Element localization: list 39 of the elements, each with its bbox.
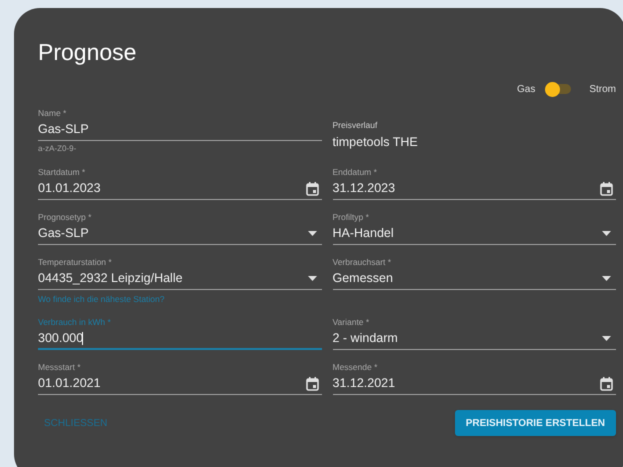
calendar-icon[interactable] xyxy=(600,182,613,196)
field-label: Temperaturstation * xyxy=(38,256,112,268)
field-label: Enddatum * xyxy=(332,166,377,178)
field-label: Preisverlauf xyxy=(332,119,378,131)
select-field[interactable]: Gemessen xyxy=(332,268,616,290)
create-button[interactable]: PREISHISTORIE ERSTELLEN xyxy=(454,410,616,436)
field-label: Verbrauch in kWh * xyxy=(38,316,111,328)
switch-label: Gas xyxy=(516,82,536,96)
toggle-switch[interactable] xyxy=(545,81,574,97)
field-label: Prognosetyp * xyxy=(38,211,92,223)
dropdown-caret-icon[interactable] xyxy=(602,336,611,341)
date-field[interactable]: 31.12.2023 xyxy=(332,178,616,200)
calendar-icon[interactable] xyxy=(306,182,318,196)
calendar-icon[interactable] xyxy=(306,376,318,390)
date-field[interactable]: 01.01.2023 xyxy=(38,178,322,200)
date-field[interactable]: 31.12.2021 xyxy=(332,373,616,395)
field-label: Messende * xyxy=(332,361,378,373)
date-field[interactable]: 01.01.2021 xyxy=(38,373,322,395)
dialog-title: Prognose xyxy=(38,38,136,66)
dropdown-caret-icon[interactable] xyxy=(602,276,611,281)
input-field[interactable]: 300.000 xyxy=(38,328,322,350)
select-field[interactable]: 2 - windarm xyxy=(332,328,616,350)
calendar-icon[interactable] xyxy=(600,376,613,390)
dropdown-caret-icon[interactable] xyxy=(602,231,611,236)
field-label: Startdatum * xyxy=(38,166,86,178)
readonly-field: timpetools THE xyxy=(332,131,616,153)
field-label: Variante * xyxy=(332,316,370,328)
select-field[interactable]: Gas-SLP xyxy=(38,223,322,245)
input-field[interactable]: Gas-SLP xyxy=(38,119,322,141)
dropdown-caret-icon[interactable] xyxy=(308,231,316,236)
field-label: Name * xyxy=(38,107,66,119)
field-label: Messstart * xyxy=(38,361,81,373)
select-field[interactable]: 04435_2932 Leipzig/Halle xyxy=(38,268,322,290)
switch-label: Strom xyxy=(589,82,616,96)
field-label: Profiltyp * xyxy=(332,211,369,223)
field-hint: a-zA-Z0-9- xyxy=(38,144,76,154)
select-field[interactable]: HA-Handel xyxy=(332,223,616,245)
dropdown-caret-icon[interactable] xyxy=(308,276,316,281)
field-label: Verbrauchsart * xyxy=(332,256,392,268)
